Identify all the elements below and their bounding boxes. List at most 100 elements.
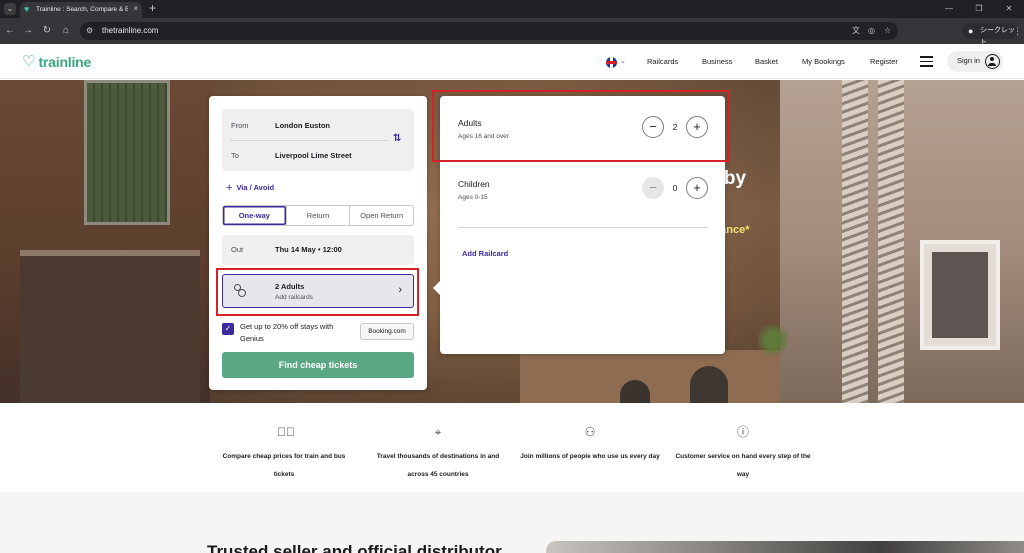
children-title: Children	[458, 179, 490, 189]
outbound-date-field[interactable]: Out Thu 14 May • 12:00	[222, 235, 414, 265]
site-info-icon[interactable]: ⚙	[86, 25, 93, 37]
tab-search-icon[interactable]: ⌄	[4, 3, 16, 15]
genius-text: Get up to 20% off stays with Genius	[240, 322, 334, 343]
browser-tab-strip: ⌄ ♥ Trainline : Search, Compare & B × + …	[0, 0, 1024, 18]
restore-icon[interactable]: ❐	[964, 0, 994, 18]
reload-icon[interactable]: ↻	[40, 24, 54, 38]
tab-open-return[interactable]: Open Return	[349, 206, 413, 225]
search-card: From London Euston To Liverpool Lime Str…	[209, 96, 427, 390]
hero-column	[878, 80, 904, 403]
booking-logo: Booking.com	[360, 323, 414, 340]
to-label: To	[231, 151, 239, 160]
tab-one-way[interactable]: One-way	[223, 206, 286, 225]
minimize-icon[interactable]: —	[934, 0, 964, 18]
via-avoid-link[interactable]: + Via / Avoid	[226, 182, 274, 194]
popover-divider	[458, 227, 708, 228]
hero-plants	[758, 320, 788, 360]
genius-checkbox[interactable]: ✓	[222, 323, 234, 335]
via-avoid-label: Via / Avoid	[236, 183, 275, 192]
station-photo	[546, 541, 1024, 553]
trainline-logo[interactable]: ♡ trainline	[22, 53, 91, 71]
features-strip: ✓⃝ Compare cheap prices for train and bu…	[0, 403, 1024, 492]
nav-basket[interactable]: Basket	[755, 57, 778, 67]
swap-stations-icon[interactable]: ⇅	[393, 133, 401, 145]
sign-in-label: Sign in	[957, 56, 980, 65]
from-field[interactable]: From London Euston	[222, 111, 414, 141]
feature-destinations: ⌖ Travel thousands of destinations in an…	[368, 425, 508, 481]
children-decrease-button[interactable]: −	[642, 177, 664, 199]
annotation-highlight-adults	[432, 90, 730, 162]
feature-millions: ⚇ Join millions of people who use us eve…	[520, 425, 660, 463]
info-icon: ⓘ	[736, 425, 749, 439]
add-railcard-link[interactable]: Add Railcard	[462, 249, 508, 259]
out-value: Thu 14 May • 12:00	[275, 245, 342, 254]
nav-railcards[interactable]: Railcards	[647, 57, 678, 67]
feature-text: Customer service on hand every step of t…	[675, 453, 811, 478]
translate-icon[interactable]: 文	[852, 25, 860, 37]
hero-window	[920, 240, 1000, 350]
feature-text: Join millions of people who use us every…	[520, 453, 660, 460]
map-pin-icon: ⌖	[434, 425, 442, 439]
browser-tab[interactable]: ♥ Trainline : Search, Compare & B ×	[20, 2, 142, 18]
to-value[interactable]: Liverpool Lime Street	[275, 151, 352, 161]
tab-title: Trainline : Search, Compare & B	[36, 6, 128, 13]
menu-icon[interactable]	[920, 56, 933, 67]
feature-text: Compare cheap prices for train and bus t…	[222, 453, 346, 478]
trusted-section: Trusted seller and official distributor	[0, 492, 1024, 553]
to-field[interactable]: To Liverpool Lime Street	[222, 141, 414, 171]
trusted-heading: Trusted seller and official distributor	[207, 542, 502, 553]
journey-type-tabs: One-way Return Open Return	[222, 205, 414, 226]
home-icon[interactable]: ⌂	[59, 24, 73, 38]
feature-compare: ✓⃝ Compare cheap prices for train and bu…	[214, 425, 354, 481]
tab-return[interactable]: Return	[285, 206, 350, 225]
site-header: ♡ trainline ⌄ Railcards Business Basket …	[0, 44, 1024, 79]
feature-service: ⓘ Customer service on hand every step of…	[673, 425, 813, 481]
chevron-down-icon: ⌄	[620, 58, 626, 65]
more-icon[interactable]: ⋮	[1013, 25, 1022, 37]
children-increase-button[interactable]: +	[686, 177, 708, 199]
nav-business[interactable]: Business	[702, 57, 732, 67]
language-selector[interactable]: ⌄	[606, 56, 628, 68]
back-icon[interactable]: ←	[3, 24, 17, 38]
eye-off-icon[interactable]: ◎	[868, 25, 875, 37]
uk-flag-icon	[606, 57, 617, 68]
hero-arch	[620, 380, 650, 403]
window-controls: — ❐ ✕	[934, 0, 1024, 18]
children-count: 0	[672, 183, 678, 193]
url-text[interactable]: thetrainline.com	[102, 25, 158, 37]
incognito-icon: ●	[968, 26, 974, 36]
hero-shutter	[84, 80, 170, 225]
trainline-favicon-icon: ♥	[24, 4, 30, 14]
close-icon[interactable]: ×	[133, 4, 138, 14]
genius-offer: ✓ Get up to 20% off stays with Genius Bo…	[222, 321, 414, 345]
out-label: Out	[231, 245, 244, 254]
hero-building	[520, 350, 780, 403]
from-value[interactable]: London Euston	[275, 121, 330, 131]
children-stepper: − 0 +	[642, 177, 708, 199]
feature-text: Travel thousands of destinations in and …	[376, 453, 500, 478]
window-close-icon[interactable]: ✕	[994, 0, 1024, 18]
star-icon[interactable]: ☆	[884, 25, 891, 37]
station-fields: From London Euston To Liverpool Lime Str…	[222, 109, 414, 171]
incognito-badge[interactable]: ● シークレット ⋮	[962, 23, 1022, 46]
user-icon	[985, 54, 1000, 69]
children-row: Children Ages 0-15 − 0 +	[458, 177, 708, 207]
heart-logo-icon: ♡	[22, 53, 36, 70]
from-label: From	[231, 121, 249, 130]
new-tab-icon[interactable]: +	[149, 1, 156, 15]
hero-column	[842, 80, 868, 403]
plus-icon: +	[226, 182, 233, 194]
children-age-range: Ages 0-15	[458, 194, 488, 201]
popover-pointer	[433, 281, 440, 295]
logo-text: trainline	[38, 54, 92, 70]
nav-my-bookings[interactable]: My Bookings	[802, 57, 845, 67]
people-icon: ⚇	[584, 425, 596, 439]
hero-arch-left	[20, 250, 200, 403]
find-cheap-tickets-button[interactable]: Find cheap tickets	[222, 352, 414, 378]
address-bar[interactable]: ⚙ thetrainline.com 文 ◎ ☆	[80, 22, 898, 40]
checkmark-circle-icon: ✓⃝	[277, 425, 295, 439]
browser-toolbar: ← → ↻ ⌂ ⚙ thetrainline.com 文 ◎ ☆ ● シークレッ…	[0, 18, 1024, 46]
sign-in-button[interactable]: Sign in	[947, 51, 1003, 72]
nav-register[interactable]: Register	[870, 57, 898, 67]
forward-icon[interactable]: →	[21, 24, 35, 38]
